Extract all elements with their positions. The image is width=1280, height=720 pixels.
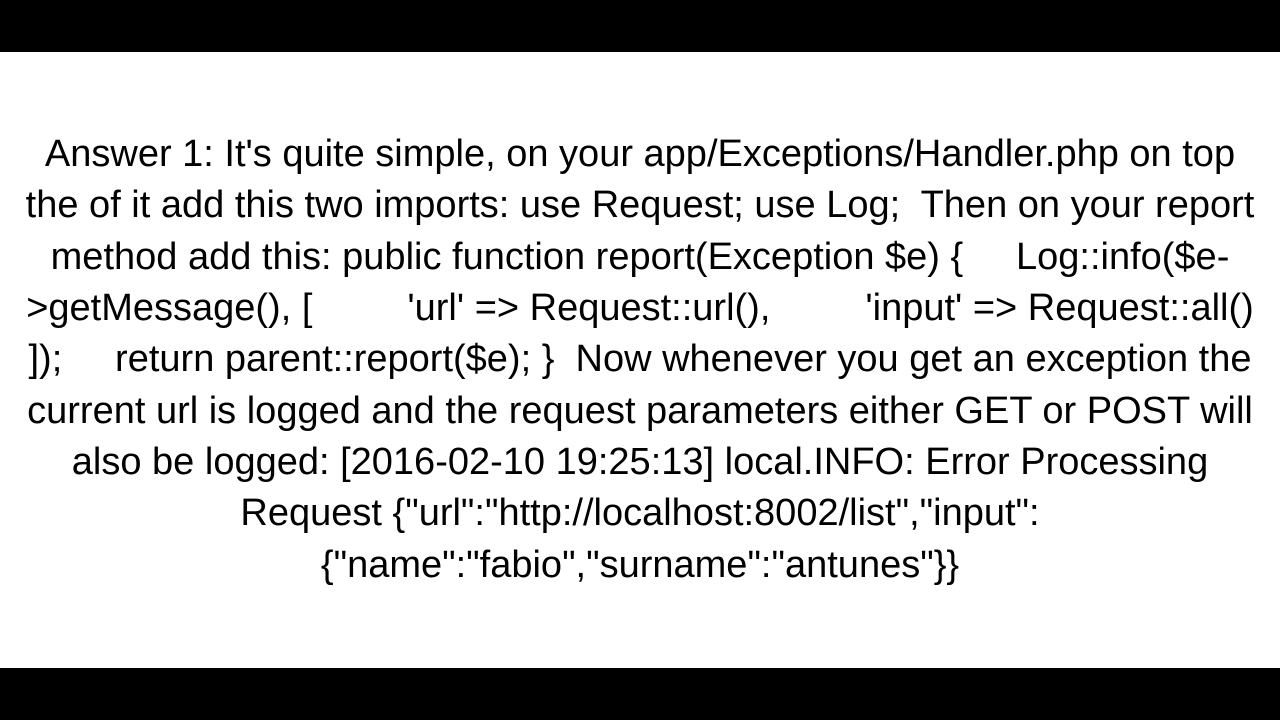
letterbox-bottom [0, 668, 1280, 720]
answer-body-text: Answer 1: It's quite simple, on your app… [20, 129, 1260, 591]
letterbox-top [0, 0, 1280, 52]
content-area: Answer 1: It's quite simple, on your app… [0, 52, 1280, 668]
